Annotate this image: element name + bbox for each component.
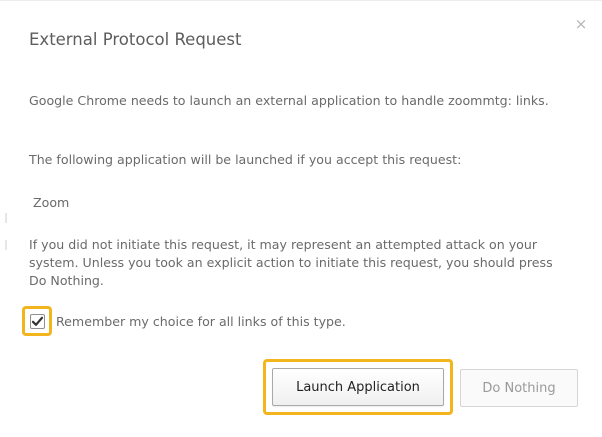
launch-application-button[interactable]: Launch Application xyxy=(272,368,444,406)
dialog-description: Google Chrome needs to launch an externa… xyxy=(29,93,549,108)
do-nothing-button[interactable]: Do Nothing xyxy=(460,369,578,407)
launch-button-highlight: Launch Application xyxy=(263,359,453,415)
edge-artifact xyxy=(5,240,7,250)
application-name: Zoom xyxy=(33,195,70,210)
close-icon[interactable]: × xyxy=(572,15,590,33)
dialog-title: External Protocol Request xyxy=(29,30,242,49)
security-warning-text: If you did not initiate this request, it… xyxy=(29,237,553,288)
checkmark-icon xyxy=(31,316,43,326)
remember-choice-checkbox[interactable] xyxy=(22,306,52,336)
edge-artifact xyxy=(5,213,7,223)
checkbox-box xyxy=(29,313,45,329)
following-application-text: The following application will be launch… xyxy=(29,152,462,167)
remember-choice-row: Remember my choice for all links of this… xyxy=(22,306,346,336)
remember-choice-label: Remember my choice for all links of this… xyxy=(56,313,346,329)
external-protocol-dialog: × External Protocol Request Google Chrom… xyxy=(0,0,602,437)
